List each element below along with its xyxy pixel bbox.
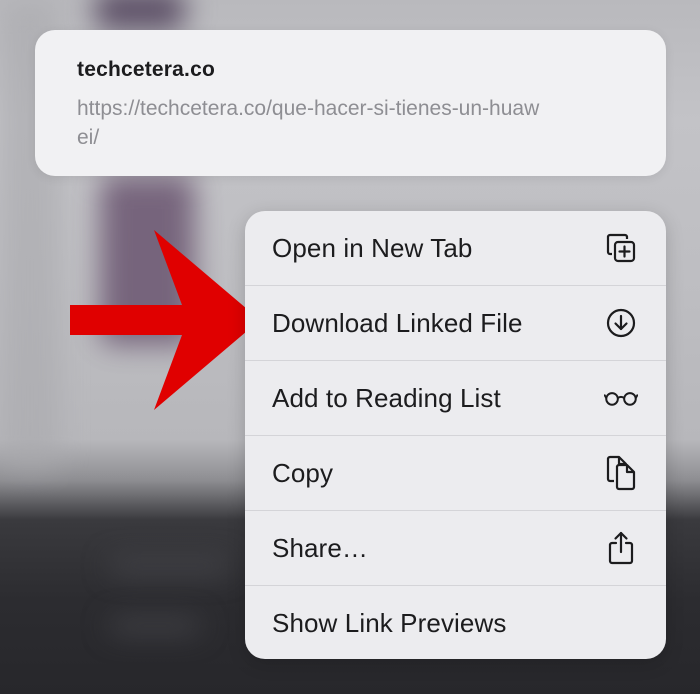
eyeglasses-icon <box>604 381 638 415</box>
menu-item-copy[interactable]: Copy <box>245 436 666 511</box>
link-preview-card[interactable]: techcetera.co https://techcetera.co/que-… <box>35 30 666 176</box>
arrow-shape <box>70 230 260 410</box>
menu-item-label: Show Link Previews <box>272 608 507 638</box>
blurred-text-line <box>110 560 230 572</box>
menu-item-label: Open in New Tab <box>272 232 473 263</box>
menu-item-download-linked-file[interactable]: Download Linked File <box>245 286 666 361</box>
menu-item-open-in-new-tab[interactable]: Open in New Tab <box>245 211 666 286</box>
doc-on-doc-icon <box>604 455 638 491</box>
link-preview-url: https://techcetera.co/que-hacer-si-tiene… <box>77 97 540 149</box>
red-arrow-annotation <box>70 230 260 410</box>
plus-square-on-square-icon <box>604 231 638 265</box>
blurred-text-line <box>110 620 200 632</box>
menu-item-label: Add to Reading List <box>272 382 501 413</box>
link-preview-title: techcetera.co <box>77 58 216 81</box>
menu-item-label: Copy <box>272 457 334 488</box>
menu-item-label: Download Linked File <box>272 307 523 338</box>
menu-item-label: Share… <box>272 532 368 563</box>
menu-item-share[interactable]: Share… <box>245 511 666 586</box>
share-icon <box>604 531 638 565</box>
menu-item-add-to-reading-list[interactable]: Add to Reading List <box>245 361 666 436</box>
arrow-down-circle-icon <box>604 306 638 340</box>
blurred-thumbnail <box>95 0 185 30</box>
context-menu: Open in New Tab Download Linked File Add… <box>245 211 666 659</box>
menu-item-show-link-previews[interactable]: Show Link Previews <box>245 586 666 659</box>
screen: techcetera.co https://techcetera.co/que-… <box>0 0 700 694</box>
